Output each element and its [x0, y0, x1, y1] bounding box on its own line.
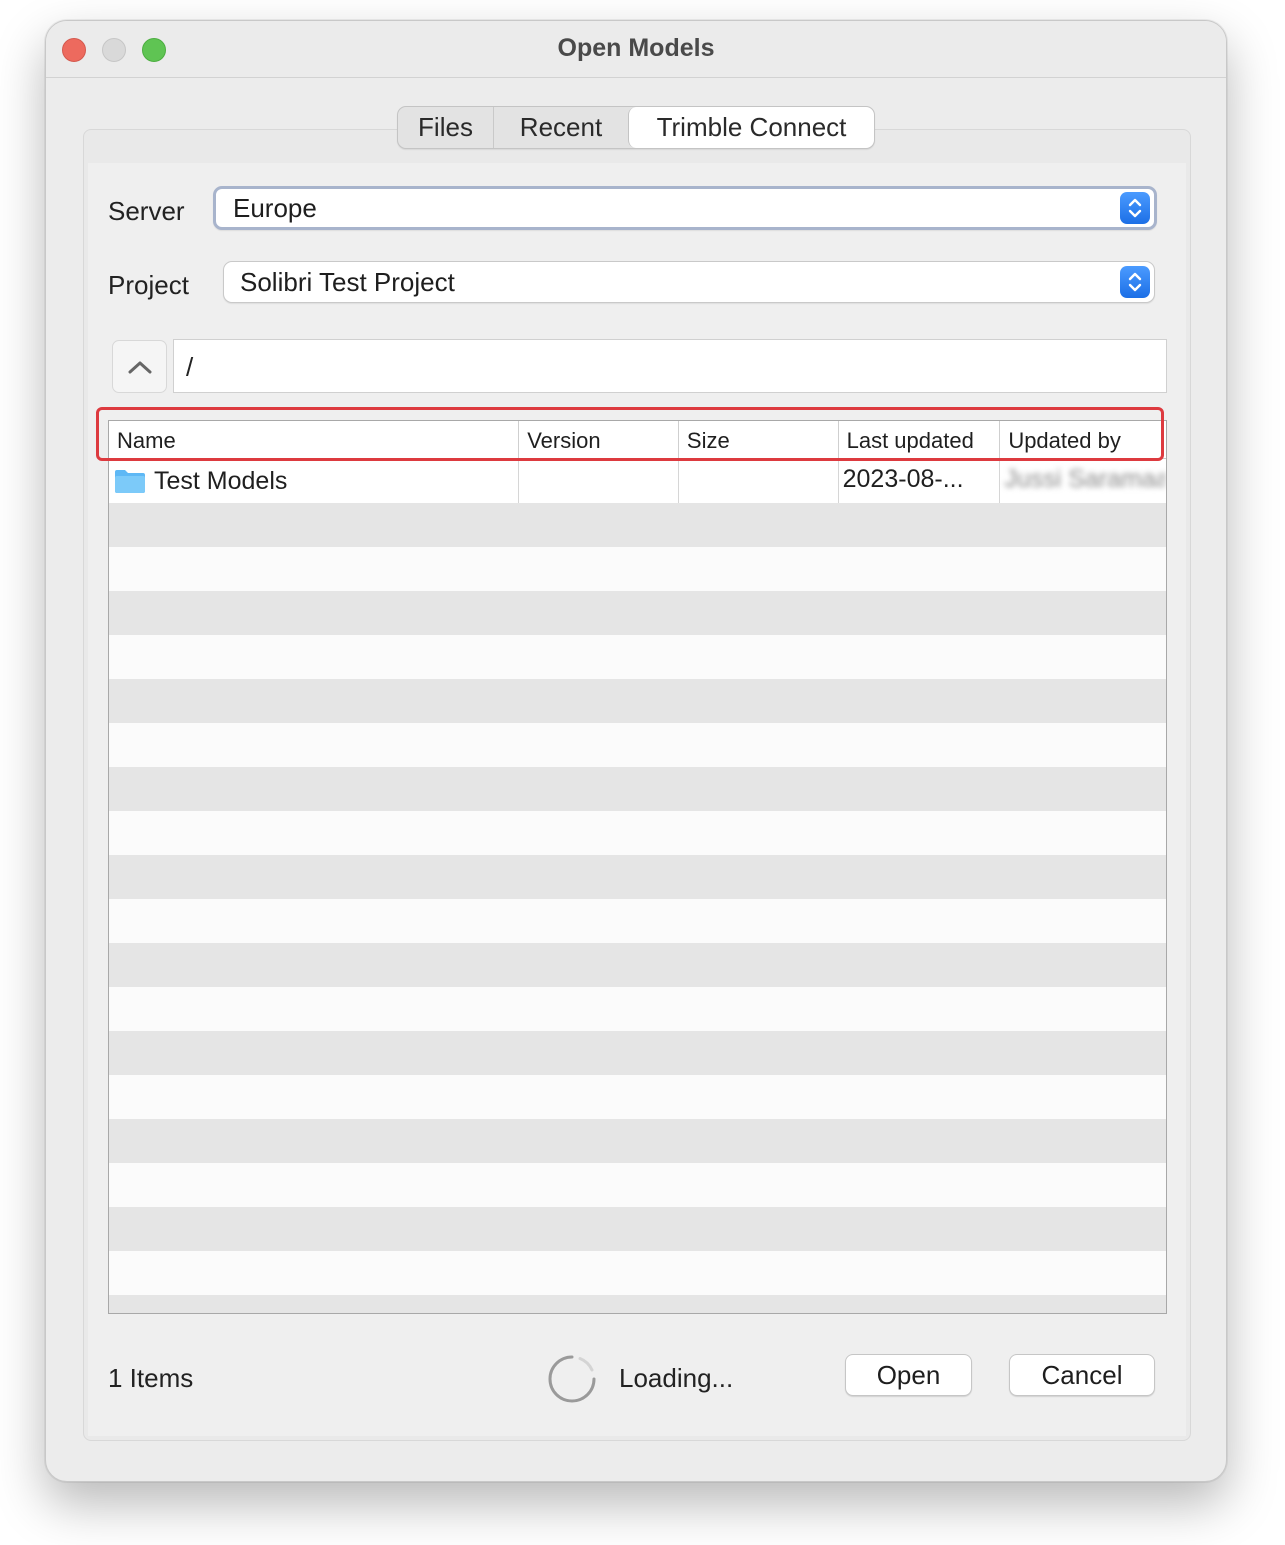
table-row-empty — [109, 1031, 1166, 1075]
up-down-arrows-icon — [1120, 192, 1150, 224]
table-row-empty — [109, 1251, 1166, 1295]
table-header: Name Version Size Last updated Updated b… — [109, 421, 1166, 459]
table-row-empty — [109, 811, 1166, 855]
server-select[interactable]: Europe — [213, 186, 1157, 230]
project-select[interactable]: Solibri Test Project — [223, 261, 1155, 303]
tab-recent[interactable]: Recent — [494, 107, 628, 148]
table-row-empty — [109, 1119, 1166, 1163]
chevron-up-icon — [128, 361, 151, 373]
name-cell: Test Models — [109, 459, 520, 503]
server-value: Europe — [233, 192, 317, 223]
table-row-empty — [109, 679, 1166, 723]
title-bar: Open Models — [46, 21, 1226, 78]
column-header-size[interactable]: Size — [679, 421, 839, 458]
parent-folder-button[interactable] — [112, 340, 167, 393]
loading-status: Loading... — [619, 1363, 734, 1393]
table-row-empty — [109, 723, 1166, 767]
path-field[interactable]: / — [173, 339, 1167, 393]
table-row-empty — [109, 855, 1166, 899]
table-row-empty — [109, 899, 1166, 943]
table-row-empty — [109, 503, 1166, 547]
column-header-version[interactable]: Version — [519, 421, 679, 458]
project-value: Solibri Test Project — [240, 266, 455, 297]
file-table: Name Version Size Last updated Updated b… — [108, 420, 1167, 1314]
table-row-empty — [109, 943, 1166, 987]
size-cell — [679, 459, 839, 503]
table-row-empty — [109, 987, 1166, 1031]
table-row-empty — [109, 1075, 1166, 1119]
table-row-empty — [109, 767, 1166, 811]
tab-bar: Files Recent Trimble Connect — [397, 106, 875, 149]
version-cell — [519, 459, 679, 503]
open-button[interactable]: Open — [845, 1354, 972, 1396]
folder-name: Test Models — [154, 466, 288, 495]
cancel-button[interactable]: Cancel — [1009, 1354, 1155, 1396]
updated-by-cell: Jussi Saramaa — [1004, 465, 1167, 493]
up-down-arrows-icon — [1120, 266, 1150, 298]
server-label: Server — [108, 196, 185, 226]
folder-icon — [115, 470, 145, 493]
table-row-empty — [109, 547, 1166, 591]
project-label: Project — [108, 270, 189, 300]
table-row[interactable]: Test Models 2023-08-... Jussi Saramaa — [109, 459, 1166, 503]
tab-files[interactable]: Files — [398, 107, 494, 148]
table-row-empty — [109, 635, 1166, 679]
table-body: Test Models 2023-08-... Jussi Saramaa — [109, 459, 1166, 1313]
table-row-empty — [109, 1163, 1166, 1207]
column-header-name[interactable]: Name — [109, 421, 520, 458]
tab-trimble-connect[interactable]: Trimble Connect — [628, 107, 874, 148]
spinner-icon — [548, 1355, 596, 1403]
table-row-empty — [109, 1295, 1166, 1313]
table-row-empty — [109, 591, 1166, 635]
window-title: Open Models — [557, 34, 715, 62]
items-count: 1 Items — [108, 1363, 194, 1393]
column-header-last-updated[interactable]: Last updated — [839, 421, 1001, 458]
column-header-updated-by[interactable]: Updated by — [1000, 421, 1166, 458]
table-row-empty — [109, 1207, 1166, 1251]
open-models-dialog: Open Models Files Recent Trimble Connect… — [45, 20, 1227, 1482]
last-updated-cell: 2023-08-... — [839, 459, 1001, 503]
